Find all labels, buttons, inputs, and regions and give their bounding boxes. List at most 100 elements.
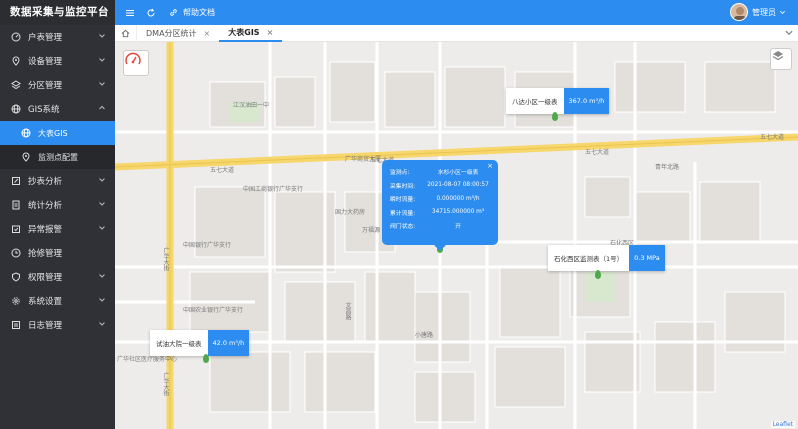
map-marker[interactable] xyxy=(203,354,209,363)
chevron-down-icon[interactable] xyxy=(784,28,794,38)
log-icon xyxy=(10,319,22,331)
sidebar-item-label: GIS系统 xyxy=(28,105,60,115)
tab-large-meter-gis[interactable]: 大表GIS × xyxy=(219,25,283,42)
marker-label-shiyou[interactable]: 试油大院一级表 42.0 m³/h xyxy=(150,330,250,356)
layers-control[interactable] xyxy=(770,48,792,70)
sidebar-item-monitor-config[interactable]: 监测点配置 xyxy=(0,145,115,169)
marker-name: 石化西区监测表（1号） xyxy=(554,255,624,263)
popup-value: 34715.000000 m³ xyxy=(431,209,485,216)
marker-label-bada[interactable]: 八达小区一级表 367.0 m³/h xyxy=(506,88,610,114)
calendar-icon xyxy=(10,223,22,235)
gis-submenu: 大表GIS 监测点配置 xyxy=(0,121,115,169)
marker-name: 试油大院一级表 xyxy=(156,340,202,348)
sidebar-item-label: 分区管理 xyxy=(28,81,63,91)
popup-key: 阀门状态: xyxy=(390,224,416,231)
app-title: 数据采集与监控平台 xyxy=(0,0,115,25)
help-docs-label: 帮助文档 xyxy=(183,8,215,17)
sidebar-item-permissions[interactable]: 权限管理 xyxy=(0,265,115,289)
sidebar-item-logs[interactable]: 日志管理 xyxy=(0,313,115,337)
map-poi-label: 中国银行广华支行 xyxy=(183,242,232,249)
map-poi-label: 万福源 xyxy=(362,227,381,234)
chevron-down-icon xyxy=(780,10,785,14)
tab-dma-stats[interactable]: DMA分区统计 × xyxy=(137,25,219,42)
tabs-bar: DMA分区统计 × 大表GIS × xyxy=(115,24,798,42)
home-tab[interactable] xyxy=(115,24,137,42)
gauge-icon xyxy=(10,31,22,43)
layers-icon xyxy=(10,79,22,91)
chevron-down-icon xyxy=(99,226,105,230)
sidebar-item-meters[interactable]: 户表管理 xyxy=(0,25,115,49)
location-icon xyxy=(10,55,22,67)
sidebar-item-label: 抢修管理 xyxy=(28,249,63,259)
close-icon[interactable]: × xyxy=(487,162,493,170)
marker-popup: × 监测点: 水杉小区一级表 采集时间: 2021-08-07 08:00:57 瞬… xyxy=(382,160,498,251)
home-icon xyxy=(121,29,130,37)
map-street-label: 五七大道 xyxy=(760,134,785,141)
sidebar-item-label: 异常报警 xyxy=(28,225,63,235)
globe-icon xyxy=(10,103,22,115)
marker-name: 八达小区一级表 xyxy=(512,98,558,106)
close-icon[interactable]: × xyxy=(204,29,211,38)
popup-key: 累计流量: xyxy=(390,210,416,217)
sidebar-item-label: 监测点配置 xyxy=(38,152,78,162)
chevron-up-icon xyxy=(99,105,105,110)
map-street-label: 广华大街 xyxy=(162,372,169,396)
popup-row: 累计流量: 34715.000000 m³ xyxy=(390,206,490,220)
popup-value: 开 xyxy=(455,224,461,231)
tab-label: DMA分区统计 xyxy=(146,28,197,38)
sidebar-item-label: 系统设置 xyxy=(28,297,63,307)
sidebar-item-repair[interactable]: 抢修管理 xyxy=(0,241,115,265)
marker-value: 0.3 MPa xyxy=(629,245,665,271)
clock-icon xyxy=(10,247,22,259)
sidebar-item-statistics[interactable]: 统计分析 xyxy=(0,193,115,217)
sidebar-item-settings[interactable]: 系统设置 xyxy=(0,289,115,313)
map-street-label: 五七大道 xyxy=(585,149,610,156)
popup-value: 0.000000 m³/h xyxy=(436,195,480,202)
speedometer-control[interactable] xyxy=(123,50,149,76)
sidebar-item-alarms[interactable]: 异常报警 xyxy=(0,217,115,241)
chevron-down-icon xyxy=(99,274,105,278)
user-menu[interactable]: 管理员 xyxy=(730,3,786,21)
chevron-down-icon xyxy=(99,322,105,326)
chevron-down-icon xyxy=(99,34,105,38)
map-poi-label: 江汉油田一中 xyxy=(233,102,270,109)
edit-icon xyxy=(10,175,22,187)
popup-row: 瞬时流量: 0.000000 m³/h xyxy=(390,192,490,206)
gis-map[interactable]: 五七大道 五七大道 五七大道 五七大道 广华大街 广华大街 江汉油田一中 中国工… xyxy=(115,42,798,429)
map-marker[interactable] xyxy=(595,270,601,279)
popup-value: 2021-08-07 08:00:57 xyxy=(427,182,489,189)
sidebar-item-zones[interactable]: 分区管理 xyxy=(0,73,115,97)
menu-toggle-icon[interactable] xyxy=(124,7,136,19)
chevron-down-icon xyxy=(99,202,105,206)
refresh-icon[interactable] xyxy=(145,7,157,19)
map-street-label: 五七大道 xyxy=(210,167,235,174)
chevron-down-icon xyxy=(99,298,105,302)
chevron-down-icon xyxy=(99,178,105,182)
map-poi-label: 中国工商银行广华支行 xyxy=(243,186,304,193)
attribution-link[interactable]: Leaflet xyxy=(770,421,795,428)
sidebar-item-large-meter-gis[interactable]: 大表GIS xyxy=(0,121,115,145)
tab-label: 大表GIS xyxy=(228,27,260,37)
map-street-label: 青年北路 xyxy=(655,164,680,171)
close-icon[interactable]: × xyxy=(267,28,274,37)
sidebar-item-label: 大表GIS xyxy=(38,128,68,138)
popup-row: 监测点: 水杉小区一级表 xyxy=(390,165,490,179)
sidebar: 数据采集与监控平台 户表管理 设备管理 分区管理 GIS系统 大表GIS 监测点… xyxy=(0,0,115,429)
chevron-down-icon xyxy=(99,82,105,86)
map-marker[interactable] xyxy=(552,112,558,121)
sidebar-item-reading-analysis[interactable]: 抄表分析 xyxy=(0,169,115,193)
location-icon xyxy=(20,151,32,163)
marker-label-shihua[interactable]: 石化西区监测表（1号） 0.3 MPa xyxy=(548,245,665,271)
popup-row: 采集时间: 2021-08-07 08:00:57 xyxy=(390,179,490,193)
gear-icon xyxy=(10,295,22,307)
popup-key: 采集时间: xyxy=(390,183,416,190)
help-docs-link[interactable]: 帮助文档 xyxy=(169,7,215,18)
sidebar-item-devices[interactable]: 设备管理 xyxy=(0,49,115,73)
sidebar-item-label: 权限管理 xyxy=(28,273,63,283)
sidebar-item-gis[interactable]: GIS系统 xyxy=(0,97,115,121)
popup-row: 阀门状态: 开 xyxy=(390,219,490,233)
link-icon xyxy=(170,9,177,16)
popup-key: 瞬时流量: xyxy=(390,197,416,204)
speedometer-icon xyxy=(125,52,141,65)
avatar xyxy=(730,3,748,21)
